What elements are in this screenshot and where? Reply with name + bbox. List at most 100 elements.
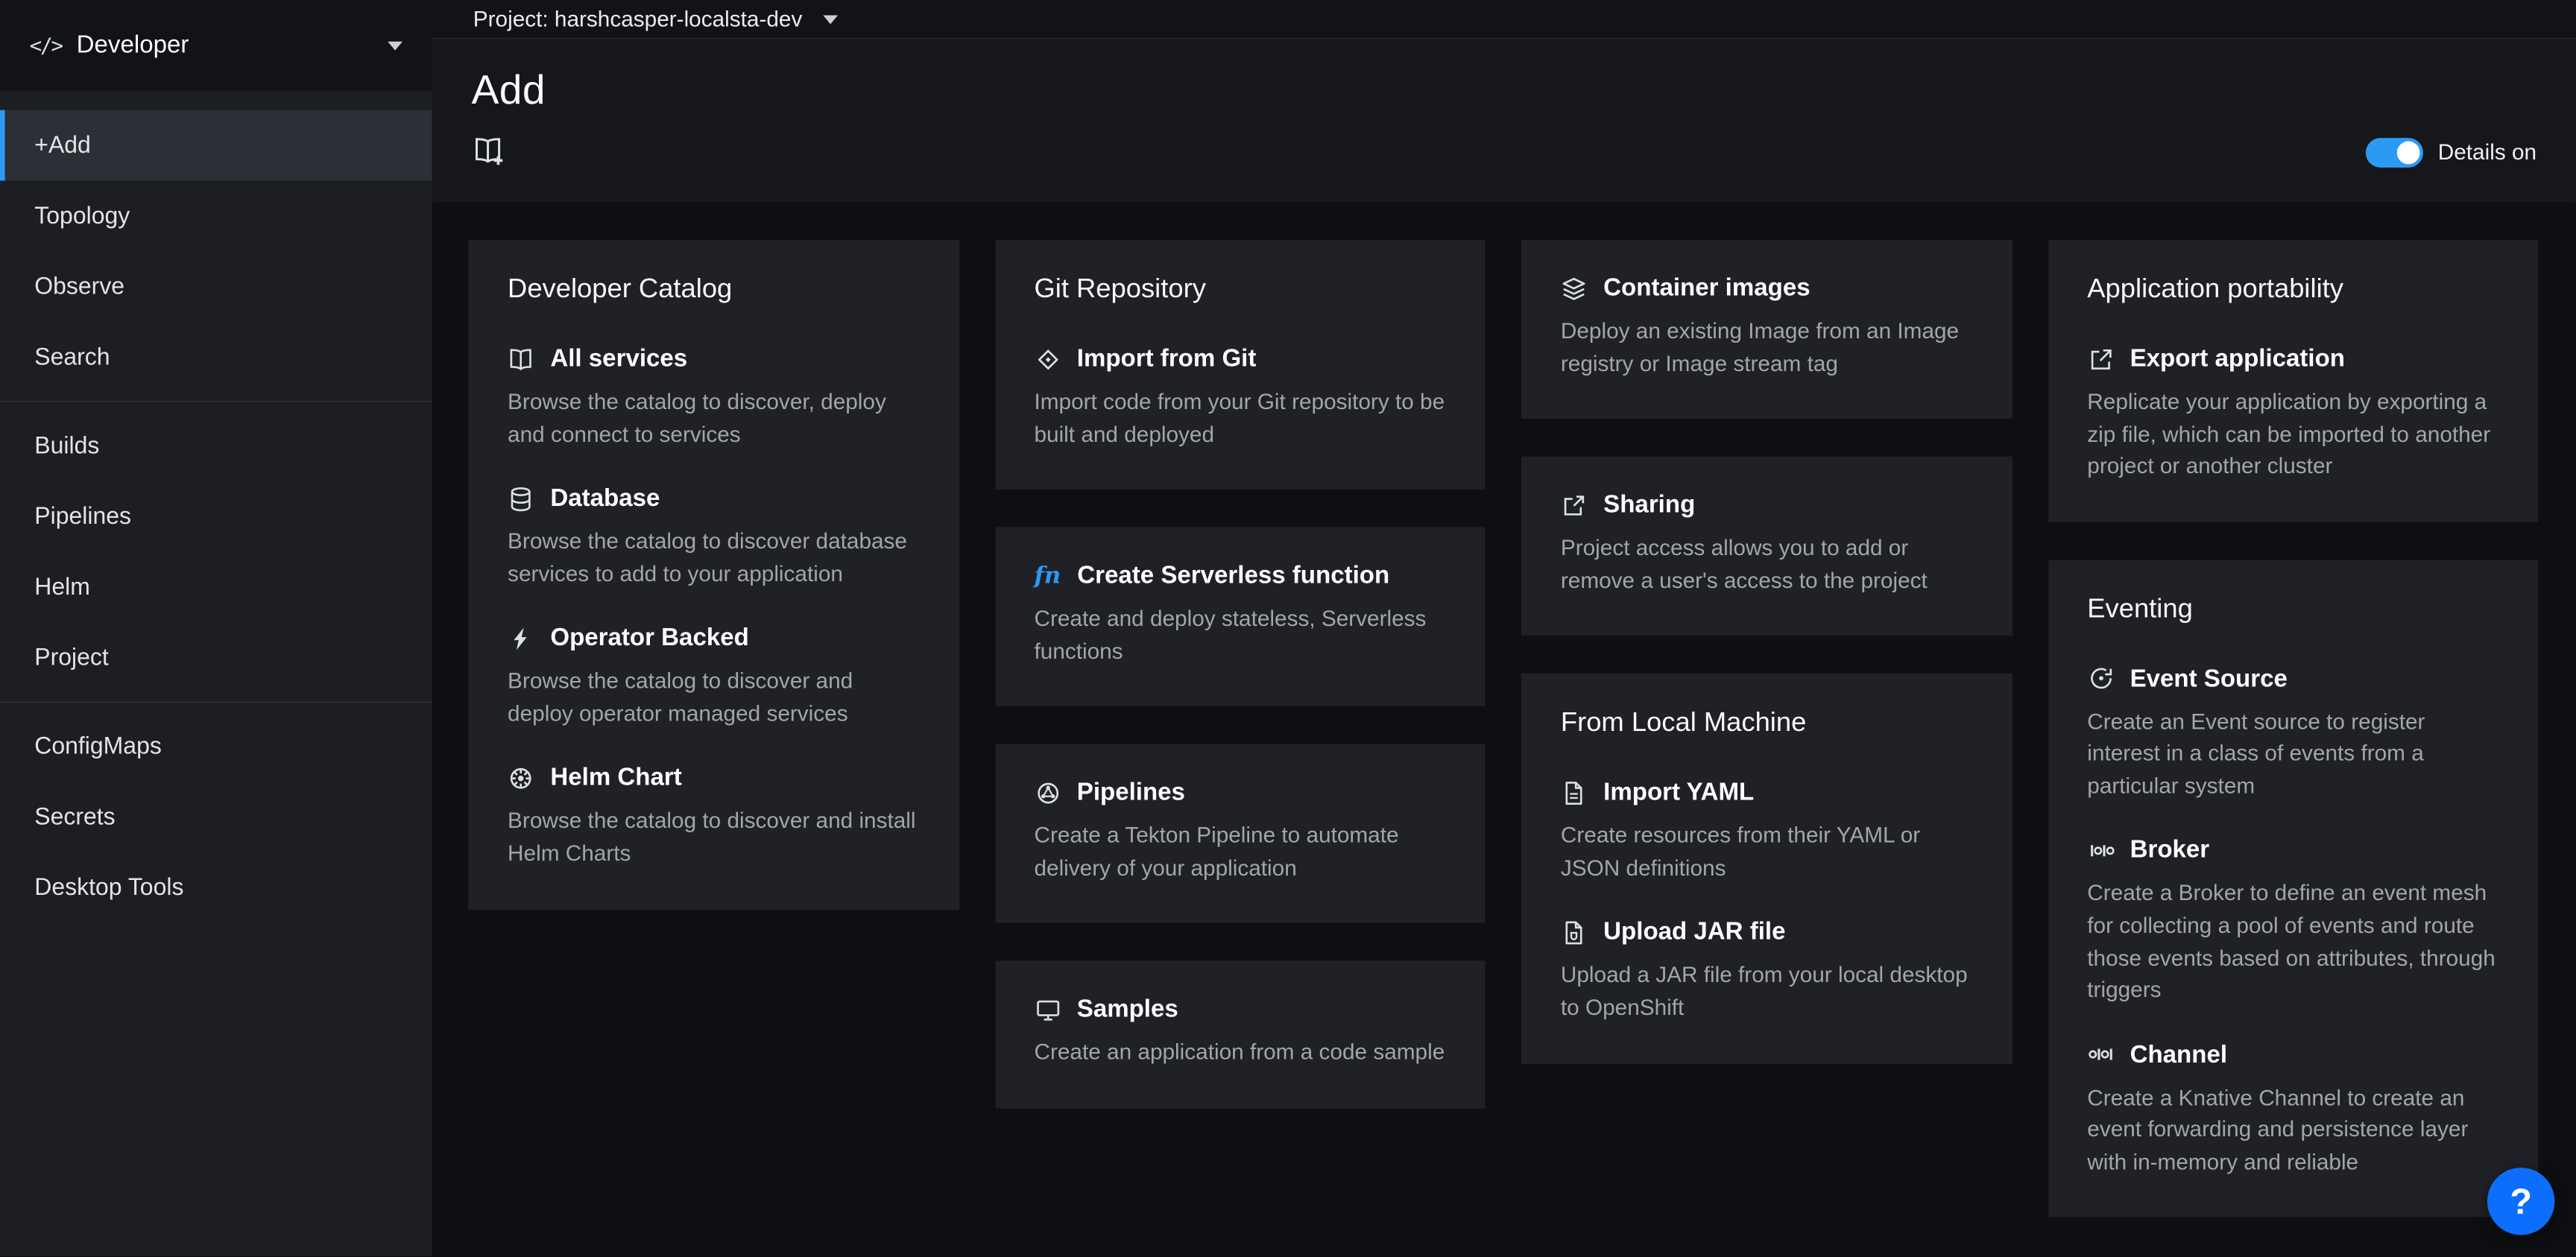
item-description: Replicate your application by exporting … [2087,386,2498,482]
perspective-label: Developer [77,31,189,59]
item-description: Upload a JAR file from your local deskto… [1561,960,1972,1024]
broker-icon [2087,838,2113,864]
catalog-item-import-from-git[interactable]: Import from Git Import code from your Git… [1034,345,1445,450]
card-grid: Developer Catalog All services Browse the … [432,202,2576,1257]
item-label: Container images [1603,274,1810,302]
card-column: Application portabilityExport applicatio… [2048,240,2538,1218]
item-description: Import code from your Git repository to … [1034,386,1445,450]
project-bar: Project: harshcasper-localsta-dev [432,0,2576,39]
chevron-down-icon [388,40,402,50]
sidebar-item-builds[interactable]: Builds [0,411,432,481]
card-title: Developer Catalog [508,274,919,305]
card-title: From Local Machine [1561,709,1972,740]
catalog-item-database[interactable]: Database Browse the catalog to discover d… [508,485,919,590]
card-samples: SamplesCreate an application from a code… [995,961,1486,1108]
item-heading: Import YAML [1561,779,1972,806]
card-application-portability: Application portabilityExport applicatio… [2048,240,2538,522]
bolt-icon [508,625,534,651]
sidebar: </> Developer +AddTopologyObserveSearch B… [0,0,432,1257]
app-window: </> Developer +AddTopologyObserveSearch B… [0,0,2576,1257]
item-description: Browse the catalog to discover, deploy a… [508,386,919,450]
helm-icon [508,765,534,791]
project-selector[interactable]: Project: harshcasper-localsta-dev [473,7,803,31]
share-icon [1561,493,1587,519]
item-label: Sharing [1603,491,1695,519]
page-header: Add Details on [432,39,2576,202]
sidebar-item-desktop-tools[interactable]: Desktop Tools [0,852,432,923]
fn-icon: fn [1034,565,1061,588]
item-label: Operator Backed [550,624,748,652]
catalog-item-container-images[interactable]: Container imagesDeploy an existing Image… [1561,274,1972,379]
item-heading: Event Source [2087,665,2498,692]
card-container-images: Container imagesDeploy an existing Image… [1521,240,2012,419]
sidebar-item-project[interactable]: Project [0,622,432,693]
item-heading: Operator Backed [508,624,919,652]
item-label: Create Serverless function [1077,562,1389,589]
details-toggle-group: Details on [2366,137,2536,167]
card-pipelines: PipelinesCreate a Tekton Pipeline to aut… [995,744,1486,924]
item-label: All services [550,345,687,373]
book-plus-icon[interactable] [472,135,506,169]
sidebar-item-topology[interactable]: Topology [0,180,432,251]
item-label: Database [550,485,660,513]
catalog-item-samples[interactable]: SamplesCreate an application from a code… [1034,996,1445,1069]
card-column: Developer Catalog All services Browse the … [468,240,959,909]
catalog-item-helm-chart[interactable]: Helm ChartBrowse the catalog to discover… [508,764,919,870]
item-label: Channel [2130,1041,2227,1068]
sidebar-item-observe[interactable]: Observe [0,251,432,322]
card-developer-catalog: Developer Catalog All services Browse the … [468,240,959,909]
card-column: Git Repository Import from Git Import code… [995,240,1486,1109]
item-heading: Container images [1561,274,1972,302]
item-heading: Pipelines [1034,779,1445,806]
catalog-item-sharing[interactable]: Sharing Project access allows you to add … [1561,491,1972,596]
item-heading: Helm Chart [508,764,919,792]
catalog-item-all-services[interactable]: All services Browse the catalog to discov… [508,345,919,450]
git-icon [1034,346,1060,372]
catalog-item-pipelines[interactable]: PipelinesCreate a Tekton Pipeline to aut… [1034,779,1445,884]
book-icon [508,346,534,372]
samples-icon [1034,997,1060,1023]
catalog-item-import-yaml[interactable]: Import YAMLCreate resources from their Y… [1561,779,1972,884]
layers-icon [1561,275,1587,301]
item-description: Browse the catalog to discover database … [508,526,919,590]
sidebar-item-pipelines[interactable]: Pipelines [0,481,432,552]
sidebar-item-search[interactable]: Search [0,322,432,393]
item-heading: Export application [2087,345,2498,373]
catalog-item-channel[interactable]: ChannelCreate a Knative Channel to creat… [2087,1041,2498,1178]
catalog-item-create-serverless-function[interactable]: fn Create Serverless function Create and d… [1034,562,1445,667]
item-label: Export application [2130,345,2345,373]
item-label: Broker [2130,837,2210,864]
card-from-local-machine: From Local Machine Import YAMLCreate reso… [1521,674,2012,1063]
page-title: Add [472,68,2537,115]
item-label: Upload JAR file [1603,919,1785,946]
item-heading: fn Create Serverless function [1034,562,1445,589]
channel-icon [2087,1042,2113,1068]
card-title: Eventing [2087,594,2498,625]
item-heading: Channel [2087,1041,2498,1068]
sidebar-nav: +AddTopologyObserveSearch BuildsPipelines… [0,90,432,922]
sidebar-item-add[interactable]: +Add [0,110,432,181]
chevron-down-icon[interactable] [824,14,839,24]
item-description: Create an application from a code sample [1034,1037,1445,1069]
catalog-item-broker[interactable]: BrokerCreate a Broker to define an event… [2087,837,2498,1007]
sidebar-item-helm[interactable]: Helm [0,552,432,623]
details-toggle[interactable] [2366,137,2423,167]
card-title: Git Repository [1034,274,1445,305]
item-heading: Database [508,485,919,513]
perspective-switcher[interactable]: </> Developer [0,0,432,90]
item-label: Import from Git [1077,345,1257,373]
sidebar-item-configmaps[interactable]: ConfigMaps [0,711,432,782]
item-heading: All services [508,345,919,373]
catalog-item-export-application[interactable]: Export application Replicate your applica… [2087,345,2498,482]
sidebar-item-secrets[interactable]: Secrets [0,782,432,852]
item-heading: Broker [2087,837,2498,864]
catalog-item-event-source[interactable]: Event SourceCreate an Event source to re… [2087,665,2498,802]
item-description: Create and deploy stateless, Serverless … [1034,603,1445,667]
catalog-item-operator-backed[interactable]: Operator BackedBrowse the catalog to dis… [508,624,919,729]
catalog-item-upload-jar-file[interactable]: Upload JAR file Upload a JAR file from yo… [1561,919,1972,1024]
card-create-serverless-function: fn Create Serverless function Create and d… [995,528,1486,707]
item-description: Project access allows you to add or remo… [1561,533,1972,597]
card-column: Container imagesDeploy an existing Image… [1521,240,2012,1063]
export-icon [2087,346,2113,372]
item-label: Import YAML [1603,779,1754,806]
